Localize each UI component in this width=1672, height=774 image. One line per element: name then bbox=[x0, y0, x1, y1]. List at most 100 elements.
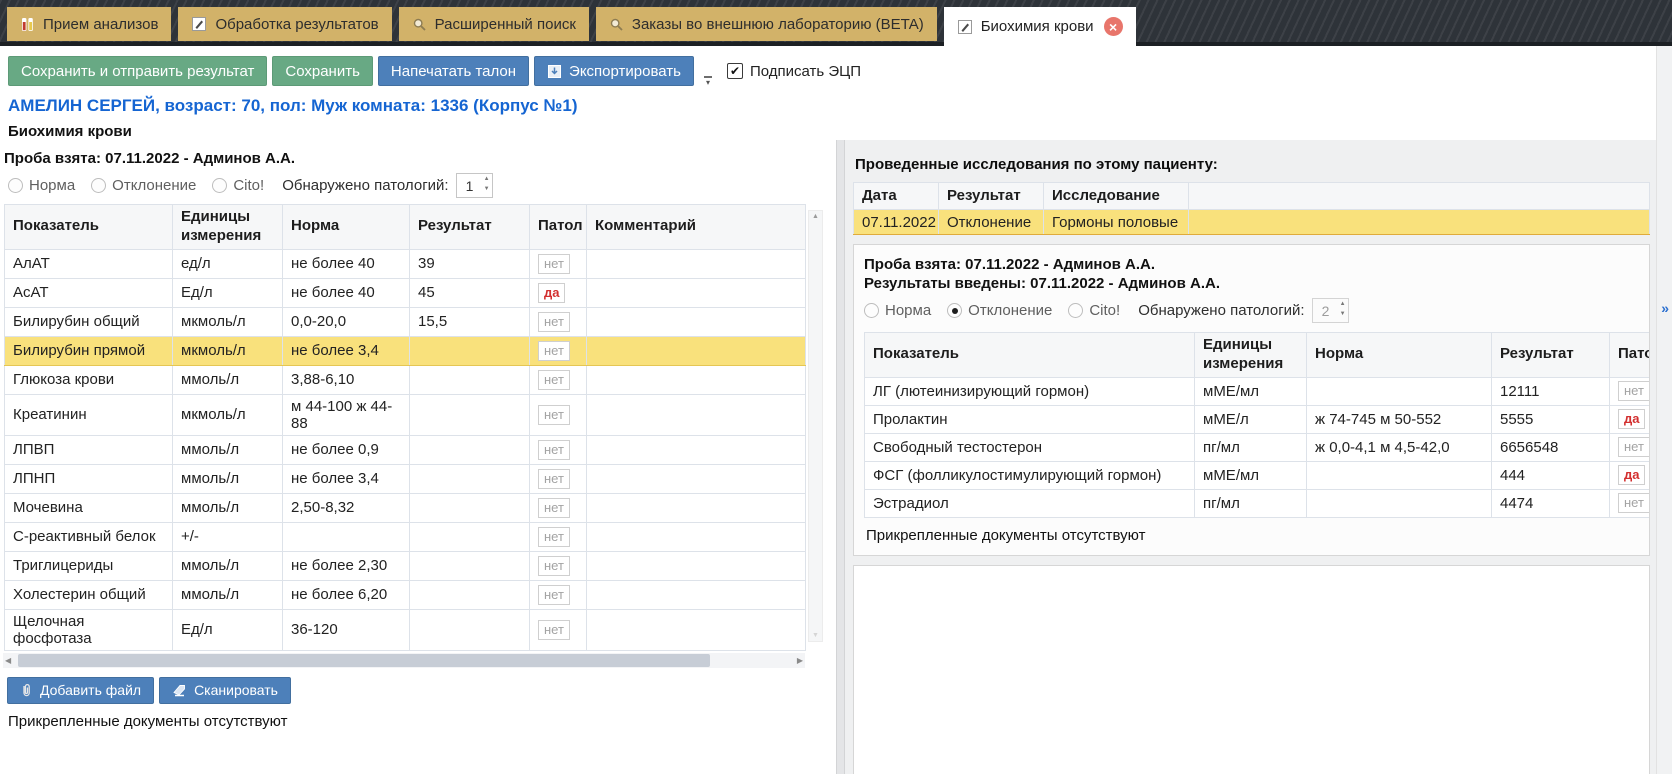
scrollbar-thumb[interactable] bbox=[18, 654, 710, 667]
result-cell[interactable] bbox=[410, 493, 530, 522]
table-row[interactable]: С-реактивный белок+/-нет bbox=[5, 522, 806, 551]
expand-chevron-icon[interactable]: » bbox=[1661, 300, 1669, 316]
tab-item[interactable]: Обработка результатов bbox=[178, 7, 391, 41]
pathology-flag[interactable]: нет bbox=[538, 556, 570, 576]
table-row[interactable]: Креатининмкмоль/лм 44-100 ж 44-88нет bbox=[5, 394, 806, 435]
pathology-flag[interactable]: нет bbox=[538, 370, 570, 390]
history-row[interactable]: 07.11.2022ОтклонениеГормоны половые bbox=[854, 210, 1650, 235]
table-row[interactable]: Эстрадиолпг/мл4474нет bbox=[865, 489, 1651, 517]
result-cell[interactable] bbox=[410, 609, 530, 650]
comment-cell[interactable] bbox=[587, 580, 806, 609]
table-row[interactable]: АлАТед/лне более 4039нет bbox=[5, 249, 806, 278]
toolbar-overflow-handle[interactable] bbox=[701, 52, 715, 90]
result-cell[interactable] bbox=[410, 464, 530, 493]
radio-option[interactable]: Отклонение bbox=[91, 177, 196, 194]
tab-item[interactable]: Заказы во внешнюю лабораторию (BETA) bbox=[596, 7, 937, 41]
table-row[interactable]: Мочевинаммоль/л2,50-8,32нет bbox=[5, 493, 806, 522]
result-cell[interactable] bbox=[410, 551, 530, 580]
result-cell[interactable] bbox=[410, 435, 530, 464]
indicator-cell: С-реактивный белок bbox=[5, 522, 173, 551]
result-cell[interactable]: 15,5 bbox=[410, 307, 530, 336]
export-button[interactable]: Экспортировать bbox=[534, 56, 694, 86]
table-row[interactable]: Билирубин общиймкмоль/л0,0-20,015,5нет bbox=[5, 307, 806, 336]
comment-cell[interactable] bbox=[587, 336, 806, 365]
pathology-flag[interactable]: нет bbox=[538, 405, 570, 425]
comment-cell[interactable] bbox=[587, 493, 806, 522]
pathology-flag[interactable]: нет bbox=[538, 341, 570, 361]
result-cell[interactable]: 45 bbox=[410, 278, 530, 307]
pathology-flag[interactable]: нет bbox=[538, 440, 570, 460]
tab-item[interactable]: Расширенный поиск bbox=[399, 7, 589, 41]
table-row[interactable]: ЛПВПммоль/лне более 0,9нет bbox=[5, 435, 806, 464]
pathology-count-input[interactable]: 1 bbox=[456, 173, 493, 198]
print-ticket-button[interactable]: Напечатать талон bbox=[378, 56, 529, 86]
pathology-flag[interactable]: нет bbox=[1618, 437, 1650, 457]
sign-edc-checkbox[interactable]: Подписать ЭЦП bbox=[727, 63, 861, 80]
scan-button[interactable]: Сканировать bbox=[159, 677, 291, 704]
comment-cell[interactable] bbox=[587, 278, 806, 307]
result-cell[interactable]: 39 bbox=[410, 249, 530, 278]
result-cell[interactable] bbox=[410, 394, 530, 435]
add-file-button[interactable]: Добавить файл bbox=[7, 677, 154, 704]
pathology-flag[interactable]: нет bbox=[538, 469, 570, 489]
col-empty bbox=[1189, 183, 1650, 210]
close-icon[interactable]: × bbox=[1104, 17, 1123, 36]
tab-item[interactable]: Биохимия крови× bbox=[944, 7, 1136, 46]
units-cell: мкмоль/л bbox=[173, 394, 283, 435]
pathology-flag[interactable]: да bbox=[1618, 409, 1645, 429]
stepper-arrows-icon[interactable] bbox=[484, 176, 490, 192]
pathology-flag[interactable]: да bbox=[1618, 465, 1645, 485]
comment-cell[interactable] bbox=[587, 394, 806, 435]
table-row[interactable]: Глюкоза кровиммоль/л3,88-6,10нет bbox=[5, 365, 806, 394]
table-row[interactable]: Триглицеридыммоль/лне более 2,30нет bbox=[5, 551, 806, 580]
pathology-flag[interactable]: нет bbox=[538, 585, 570, 605]
comment-cell[interactable] bbox=[587, 522, 806, 551]
pathology-flag[interactable]: нет bbox=[538, 498, 570, 518]
pathology-flag[interactable]: нет bbox=[538, 254, 570, 274]
radio-option[interactable]: Cito! bbox=[212, 177, 264, 194]
result-cell[interactable] bbox=[410, 522, 530, 551]
details-table-header: Показатель Единицы измерения Норма Резул… bbox=[865, 333, 1651, 378]
norm-cell bbox=[1307, 489, 1492, 517]
table-row[interactable]: Щелочная фосфотазаЕд/л36-120нет bbox=[5, 609, 806, 650]
radio-option[interactable]: Норма bbox=[864, 302, 931, 319]
comment-cell[interactable] bbox=[587, 551, 806, 580]
table-row[interactable]: Свободный тестостеронпг/млж 0,0-4,1 м 4,… bbox=[865, 433, 1651, 461]
pathology-flag[interactable]: нет bbox=[1618, 381, 1650, 401]
table-row[interactable]: ЛГ (лютеинизирующий гормон)мМЕ/мл12111не… bbox=[865, 377, 1651, 405]
comment-cell[interactable] bbox=[587, 609, 806, 650]
pathology-flag[interactable]: нет bbox=[538, 312, 570, 332]
comment-cell[interactable] bbox=[587, 435, 806, 464]
result-cell[interactable] bbox=[410, 365, 530, 394]
radio-option[interactable]: Отклонение bbox=[947, 302, 1052, 319]
table-row[interactable]: ЛПНПммоль/лне более 3,4нет bbox=[5, 464, 806, 493]
radio-option[interactable]: Норма bbox=[8, 177, 75, 194]
table-row[interactable]: АсАТЕд/лне более 4045да bbox=[5, 278, 806, 307]
pathology-flag[interactable]: нет bbox=[538, 620, 570, 640]
results-table-vertical-scrollbar[interactable] bbox=[808, 210, 823, 642]
pathology-flag[interactable]: нет bbox=[1618, 493, 1650, 513]
window-vertical-scrollbar[interactable] bbox=[1656, 46, 1672, 774]
table-row[interactable]: ПролактинмМЕ/лж 74-745 м 50-5525555да bbox=[865, 405, 1651, 433]
table-row[interactable]: Холестерин общийммоль/лне более 6,20нет bbox=[5, 580, 806, 609]
details-table: Показатель Единицы измерения Норма Резул… bbox=[864, 332, 1650, 518]
radio-option[interactable]: Cito! bbox=[1068, 302, 1120, 319]
comment-cell[interactable] bbox=[587, 307, 806, 336]
table-row[interactable]: Билирубин прямоймкмоль/лне более 3,4нет bbox=[5, 336, 806, 365]
table-row[interactable]: ФСГ (фолликулостимулирующий гормон)мМЕ/м… bbox=[865, 461, 1651, 489]
tab-item[interactable]: Прием анализов bbox=[7, 7, 171, 41]
norm-cell bbox=[283, 522, 410, 551]
result-cell[interactable] bbox=[410, 336, 530, 365]
pathology-flag[interactable]: нет bbox=[538, 527, 570, 547]
save-and-send-button[interactable]: Сохранить и отправить результат bbox=[8, 56, 267, 86]
comment-cell[interactable] bbox=[587, 249, 806, 278]
comment-cell[interactable] bbox=[587, 365, 806, 394]
pathology-count-value: 2 bbox=[1322, 303, 1330, 319]
save-button[interactable]: Сохранить bbox=[272, 56, 373, 86]
result-cell[interactable] bbox=[410, 580, 530, 609]
panel-splitter[interactable] bbox=[836, 140, 845, 774]
col-study: Исследование bbox=[1044, 183, 1189, 210]
comment-cell[interactable] bbox=[587, 464, 806, 493]
results-table-horizontal-scrollbar[interactable] bbox=[3, 653, 805, 668]
pathology-flag[interactable]: да bbox=[538, 283, 565, 303]
